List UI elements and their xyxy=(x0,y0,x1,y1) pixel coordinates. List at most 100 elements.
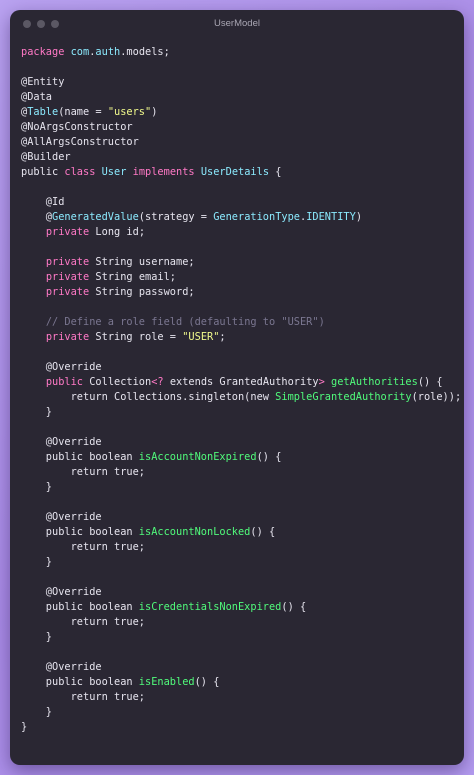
code-line: @Entity xyxy=(21,75,458,90)
code-line: private Long id; xyxy=(21,225,458,240)
code-line: public boolean isEnabled() { xyxy=(21,675,458,690)
code-line: } xyxy=(21,555,458,570)
code-token: @Override xyxy=(21,661,102,673)
code-line: public Collection<? extends GrantedAutho… xyxy=(21,375,458,390)
code-token: GenerationType xyxy=(213,211,300,223)
code-token: GeneratedValue xyxy=(52,211,139,223)
code-token: private xyxy=(45,226,90,238)
code-token: } xyxy=(21,631,52,643)
code-token: isCredentialsNonExpired xyxy=(138,601,282,613)
code-line: public boolean isAccountNonExpired() { xyxy=(21,450,458,465)
code-token: () { xyxy=(281,601,307,613)
code-token: @Id xyxy=(21,196,65,208)
code-token: UserDetails xyxy=(200,166,270,178)
code-token: } xyxy=(21,556,52,568)
code-token: @Builder xyxy=(21,151,71,163)
code-token: return true; xyxy=(21,691,145,703)
code-line: private String password; xyxy=(21,285,458,300)
code-token: public xyxy=(45,376,84,388)
code-token: @Data xyxy=(21,91,52,103)
code-token: return true; xyxy=(21,616,145,628)
code-line: return true; xyxy=(21,465,458,480)
code-token: Long id; xyxy=(89,226,146,238)
code-token: () { xyxy=(250,526,276,538)
code-token: @AllArgsConstructor xyxy=(21,136,139,148)
code-token: @Entity xyxy=(21,76,65,88)
code-token: public boolean xyxy=(21,601,139,613)
code-token: (role)); xyxy=(411,391,462,403)
code-token: ) xyxy=(355,211,363,223)
code-line: private String username; xyxy=(21,255,458,270)
code-token: @Override xyxy=(21,511,102,523)
code-token: isAccountNonExpired xyxy=(138,451,257,463)
code-line: @Override xyxy=(21,585,458,600)
code-line: return true; xyxy=(21,540,458,555)
code-token: getAuthorities xyxy=(331,376,418,388)
code-token: ) xyxy=(151,106,158,118)
code-line: public class User implements UserDetails… xyxy=(21,165,458,180)
code-line: @Override xyxy=(21,360,458,375)
code-line: private String role = "USER"; xyxy=(21,330,458,345)
code-line: private String email; xyxy=(21,270,458,285)
code-token: String email; xyxy=(89,271,177,283)
code-line: @NoArgsConstructor xyxy=(21,120,458,135)
code-token: private xyxy=(45,331,90,343)
code-token: private xyxy=(45,256,90,268)
code-token: .models; xyxy=(120,46,170,58)
code-token: // Define a role field (defaulting to "U… xyxy=(45,316,325,328)
code-token: @NoArgsConstructor xyxy=(21,121,133,133)
code-line: return true; xyxy=(21,615,458,630)
code-token: public boolean xyxy=(21,451,139,463)
code-token: @ xyxy=(21,211,52,223)
code-line: @AllArgsConstructor xyxy=(21,135,458,150)
title-bar: UserModel xyxy=(10,10,464,38)
code-line: } xyxy=(21,720,458,735)
code-token: return Collections.singleton(new xyxy=(21,391,276,403)
code-line: } xyxy=(21,705,458,720)
code-token: } xyxy=(21,481,52,493)
code-token: extends GrantedAuthority xyxy=(163,376,319,388)
code-editor[interactable]: package com.auth.models; @Entity @Data @Ta… xyxy=(21,45,461,735)
code-token: private xyxy=(45,271,90,283)
code-token: com xyxy=(70,46,90,58)
code-token: public boolean xyxy=(21,676,139,688)
code-token: class xyxy=(64,166,96,178)
code-token: { xyxy=(269,166,282,178)
code-token: auth xyxy=(95,46,121,58)
code-token: Collection xyxy=(83,376,152,388)
code-line: @Id xyxy=(21,195,458,210)
code-line: @Data xyxy=(21,90,458,105)
code-line: public boolean isAccountNonLocked() { xyxy=(21,525,458,540)
code-token: @Override xyxy=(21,361,102,373)
code-token: IDENTITY xyxy=(306,211,356,223)
code-line: } xyxy=(21,630,458,645)
code-token: (name = xyxy=(58,106,108,118)
code-token: private xyxy=(45,286,90,298)
code-line: public boolean isCredentialsNonExpired()… xyxy=(21,600,458,615)
code-token: String username; xyxy=(89,256,195,268)
code-line: } xyxy=(21,405,458,420)
code-token: String role = xyxy=(89,331,183,343)
code-token: } xyxy=(21,706,52,718)
code-token: SimpleGrantedAuthority xyxy=(275,391,412,403)
code-window: UserModel package com.auth.models; @Enti… xyxy=(10,10,464,765)
code-token: Table xyxy=(27,106,59,118)
code-token: () { xyxy=(256,451,282,463)
code-token: () { xyxy=(417,376,443,388)
code-token: isAccountNonLocked xyxy=(138,526,251,538)
code-line: @GeneratedValue(strategy = GenerationTyp… xyxy=(21,210,458,225)
code-token: } xyxy=(21,406,52,418)
code-token: "USER" xyxy=(182,331,220,343)
code-line: @Override xyxy=(21,435,458,450)
